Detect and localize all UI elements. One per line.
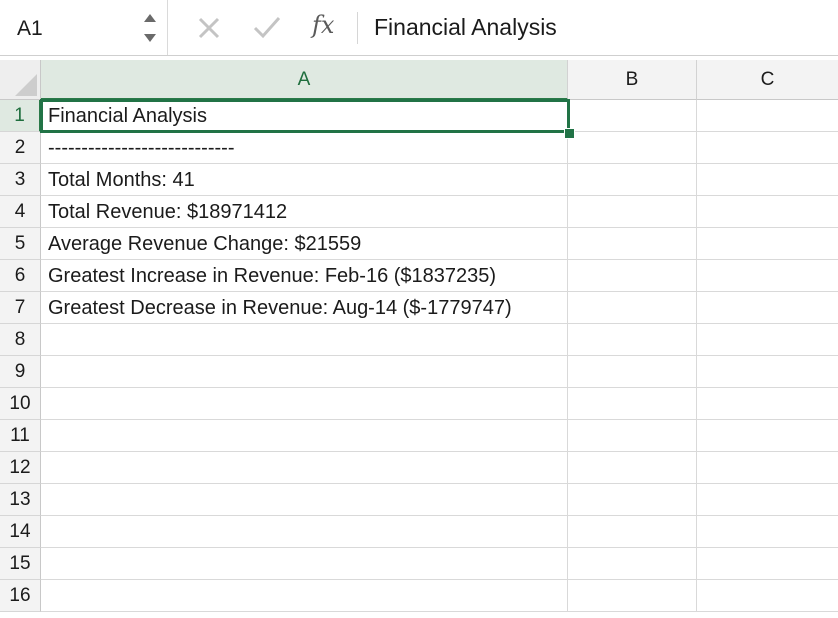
cell-b2[interactable] — [568, 132, 697, 164]
row-header[interactable]: 5 — [0, 228, 41, 260]
cell-b10[interactable] — [568, 388, 697, 420]
cell-a5[interactable]: Average Revenue Change: $21559 — [41, 228, 568, 260]
cell-a13[interactable] — [41, 484, 568, 516]
cell-a10[interactable] — [41, 388, 568, 420]
row-header[interactable]: 4 — [0, 196, 41, 228]
row-header[interactable]: 1 — [0, 100, 41, 132]
row-header[interactable]: 2 — [0, 132, 41, 164]
table-row: 15 — [0, 548, 838, 580]
enter-icon[interactable] — [252, 12, 282, 47]
cell-b9[interactable] — [568, 356, 697, 388]
cell-c10[interactable] — [697, 388, 838, 420]
spreadsheet-grid: A B C 1 Financial Analysis 2 --------------… — [0, 60, 838, 618]
cell-b1[interactable] — [568, 100, 697, 132]
cell-c11[interactable] — [697, 420, 838, 452]
cell-a9[interactable] — [41, 356, 568, 388]
fill-handle[interactable] — [564, 128, 575, 139]
column-header-c[interactable]: C — [697, 60, 838, 100]
formula-input[interactable]: Financial Analysis — [374, 14, 557, 41]
table-row: 10 — [0, 388, 838, 420]
row-header[interactable]: 11 — [0, 420, 41, 452]
table-row: 11 — [0, 420, 838, 452]
row-header[interactable]: 16 — [0, 580, 41, 612]
formula-bar: A1 fx Financial Analysis — [0, 0, 838, 56]
name-box-value[interactable]: A1 — [17, 17, 43, 41]
cancel-icon[interactable] — [196, 12, 222, 47]
cell-c3[interactable] — [697, 164, 838, 196]
table-row: 13 — [0, 484, 838, 516]
cell-a3[interactable]: Total Months: 41 — [41, 164, 568, 196]
cell-a8[interactable] — [41, 324, 568, 356]
cell-a14[interactable] — [41, 516, 568, 548]
row-header[interactable]: 9 — [0, 356, 41, 388]
table-row: 3 Total Months: 41 — [0, 164, 838, 196]
formula-divider — [357, 12, 358, 44]
cell-c13[interactable] — [697, 484, 838, 516]
cell-b13[interactable] — [568, 484, 697, 516]
cell-c15[interactable] — [697, 548, 838, 580]
cell-a12[interactable] — [41, 452, 568, 484]
table-row: 4 Total Revenue: $18971412 — [0, 196, 838, 228]
column-header-a[interactable]: A — [41, 60, 568, 100]
cell-c2[interactable] — [697, 132, 838, 164]
table-row: 5 Average Revenue Change: $21559 — [0, 228, 838, 260]
cell-b5[interactable] — [568, 228, 697, 260]
table-row: 1 Financial Analysis — [0, 100, 838, 132]
column-header-b[interactable]: B — [568, 60, 697, 100]
name-box[interactable]: A1 — [0, 0, 168, 55]
cell-b8[interactable] — [568, 324, 697, 356]
cell-b4[interactable] — [568, 196, 697, 228]
row-header[interactable]: 13 — [0, 484, 41, 516]
cell-b15[interactable] — [568, 548, 697, 580]
cell-b14[interactable] — [568, 516, 697, 548]
table-row: 2 ---------------------------- — [0, 132, 838, 164]
table-row: 14 — [0, 516, 838, 548]
cell-c9[interactable] — [697, 356, 838, 388]
cell-c16[interactable] — [697, 580, 838, 612]
cell-a1[interactable]: Financial Analysis — [41, 100, 568, 132]
select-all-corner[interactable] — [0, 60, 41, 100]
cell-c6[interactable] — [697, 260, 838, 292]
cell-c4[interactable] — [697, 196, 838, 228]
cell-c14[interactable] — [697, 516, 838, 548]
cell-a15[interactable] — [41, 548, 568, 580]
row-header[interactable]: 12 — [0, 452, 41, 484]
table-row: 6 Greatest Increase in Revenue: Feb-16 ($… — [0, 260, 838, 292]
cell-a2[interactable]: ---------------------------- — [41, 132, 568, 164]
cell-b7[interactable] — [568, 292, 697, 324]
cell-a4[interactable]: Total Revenue: $18971412 — [41, 196, 568, 228]
cell-b3[interactable] — [568, 164, 697, 196]
row-header[interactable]: 10 — [0, 388, 41, 420]
row-header[interactable]: 8 — [0, 324, 41, 356]
row-header[interactable]: 6 — [0, 260, 41, 292]
cell-c12[interactable] — [697, 452, 838, 484]
cell-c5[interactable] — [697, 228, 838, 260]
table-row: 9 — [0, 356, 838, 388]
cell-c1[interactable] — [697, 100, 838, 132]
cell-b16[interactable] — [568, 580, 697, 612]
cell-b6[interactable] — [568, 260, 697, 292]
function-icon[interactable]: fx — [312, 11, 334, 39]
table-row: 16 — [0, 580, 838, 612]
cell-b12[interactable] — [568, 452, 697, 484]
cell-a11[interactable] — [41, 420, 568, 452]
row-header[interactable]: 7 — [0, 292, 41, 324]
cell-a6[interactable]: Greatest Increase in Revenue: Feb-16 ($1… — [41, 260, 568, 292]
row-header[interactable]: 3 — [0, 164, 41, 196]
cell-c7[interactable] — [697, 292, 838, 324]
cell-a7[interactable]: Greatest Decrease in Revenue: Aug-14 ($-… — [41, 292, 568, 324]
table-row: 8 — [0, 324, 838, 356]
row-header[interactable]: 14 — [0, 516, 41, 548]
table-row: 12 — [0, 452, 838, 484]
cell-c8[interactable] — [697, 324, 838, 356]
row-header[interactable]: 15 — [0, 548, 41, 580]
stepper-icon[interactable] — [143, 8, 157, 48]
cell-b11[interactable] — [568, 420, 697, 452]
table-row: 7 Greatest Decrease in Revenue: Aug-14 ($… — [0, 292, 838, 324]
cell-a16[interactable] — [41, 580, 568, 612]
